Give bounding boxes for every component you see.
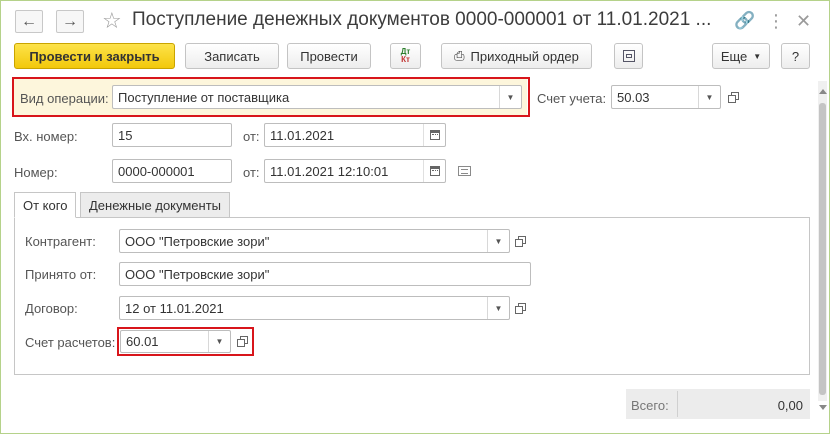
operation-value: Поступление от поставщика (118, 89, 290, 105)
back-button[interactable]: ← (15, 10, 43, 33)
total-value: 0,00 (777, 398, 803, 413)
in-date-input[interactable]: 11.01.2021 (264, 123, 446, 147)
chevron-down-icon[interactable]: ▼ (487, 230, 509, 252)
total-separator (677, 391, 678, 417)
structure-button[interactable] (614, 43, 643, 69)
kt-label: Кт (401, 55, 410, 64)
contract-open-button[interactable] (510, 297, 530, 319)
contract-label: Договор: (25, 301, 78, 316)
chevron-down-icon[interactable]: ▼ (698, 86, 720, 108)
star-icon[interactable]: ☆ (102, 8, 122, 34)
chevron-down-icon: ▼ (753, 51, 762, 61)
number-label: Номер: (14, 165, 58, 180)
calendar-icon (429, 130, 440, 140)
forward-button[interactable]: → (56, 10, 84, 33)
contractor-select[interactable]: ООО "Петровские зори" ▼ (119, 229, 510, 253)
received-from-value: ООО "Петровские зори" (125, 266, 270, 282)
print-order-label: Приходный ордер (470, 48, 579, 64)
link-icon[interactable]: 🔗 (734, 11, 755, 31)
open-icon (728, 92, 739, 103)
from-label: от: (243, 165, 260, 180)
datetime-value: 11.01.2021 12:10:01 (270, 163, 389, 179)
chevron-down-icon[interactable]: ▼ (487, 297, 509, 319)
settlement-account-value: 60.01 (126, 334, 159, 349)
calendar-button[interactable] (423, 160, 445, 182)
operation-select[interactable]: Поступление от поставщика ▼ (112, 85, 522, 109)
contract-value: 12 от 11.01.2021 (125, 300, 224, 316)
structure-icon (622, 50, 635, 62)
total-label: Всего: (631, 398, 669, 413)
in-number-input[interactable]: 15 (112, 123, 232, 147)
account-open-button[interactable] (723, 86, 743, 108)
more-label: Еще (720, 48, 748, 64)
calendar-icon (429, 166, 440, 176)
settlement-open-button[interactable] (232, 330, 252, 352)
settlement-account-label: Счет расчетов: (25, 335, 116, 350)
tab-from-whom[interactable]: От кого (14, 192, 77, 218)
in-number-label: Вх. номер: (14, 129, 78, 144)
calendar-button[interactable] (423, 124, 445, 146)
arrow-right-icon: → (62, 12, 78, 30)
account-value: 50.03 (617, 89, 650, 105)
tab-money-documents[interactable]: Денежные документы (80, 192, 231, 218)
post-button[interactable]: Провести (287, 43, 371, 69)
chevron-down-icon[interactable]: ▼ (499, 86, 521, 108)
chevron-down-icon[interactable]: ▼ (208, 331, 230, 352)
scroll-thumb[interactable] (819, 103, 826, 395)
operation-label: Вид операции: (20, 91, 109, 106)
contractor-label: Контрагент: (25, 234, 96, 249)
contract-select[interactable]: 12 от 11.01.2021 ▼ (119, 296, 510, 320)
account-label: Счет учета: (537, 91, 607, 106)
post-and-close-button[interactable]: Провести и закрыть (14, 43, 175, 69)
received-from-label: Принято от: (25, 267, 97, 282)
settlement-account-select[interactable]: 60.01 ▼ (120, 330, 231, 353)
more-icon[interactable]: ⋮ (767, 11, 785, 32)
number-value: 0000-000001 (118, 163, 195, 179)
contractor-open-button[interactable] (510, 230, 530, 252)
save-button[interactable]: Записать (185, 43, 279, 69)
in-date-value: 11.01.2021 (270, 127, 335, 143)
document-window: ← → ☆ Поступление денежных документов 00… (0, 0, 830, 434)
print-order-button[interactable]: ⎙ Приходный ордер (441, 43, 592, 69)
dt-kt-button[interactable]: Дт Кт (390, 43, 421, 69)
open-icon (515, 236, 526, 247)
help-button[interactable]: ? (781, 43, 810, 69)
comment-list-icon[interactable] (458, 166, 471, 176)
arrow-left-icon: ← (21, 12, 37, 30)
close-icon[interactable]: ✕ (796, 11, 811, 32)
datetime-input[interactable]: 11.01.2021 12:10:01 (264, 159, 446, 183)
open-icon (515, 303, 526, 314)
vertical-scrollbar[interactable] (818, 81, 827, 401)
open-icon (237, 336, 248, 347)
in-from-label: от: (243, 129, 260, 144)
in-number-value: 15 (118, 127, 133, 143)
received-from-input[interactable]: ООО "Петровские зори" (119, 262, 531, 286)
contractor-value: ООО "Петровские зори" (125, 233, 270, 249)
scroll-down-icon[interactable] (819, 405, 827, 410)
account-select[interactable]: 50.03 ▼ (611, 85, 721, 109)
scroll-up-icon[interactable] (819, 89, 827, 94)
printer-icon: ⎙ (454, 48, 465, 63)
more-button[interactable]: Еще ▼ (712, 43, 770, 69)
number-input[interactable]: 0000-000001 (112, 159, 232, 183)
window-title: Поступление денежных документов 0000-000… (132, 9, 712, 30)
